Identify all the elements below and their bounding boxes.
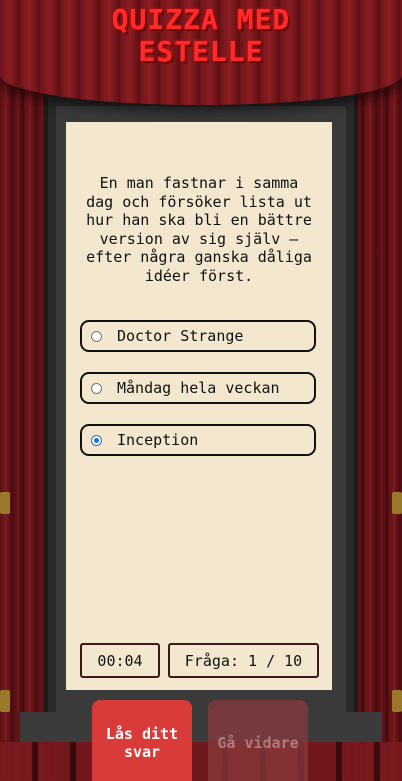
- tassel-icon: [392, 690, 402, 712]
- stage-floor: [20, 712, 382, 742]
- theater-seats: [0, 742, 402, 781]
- answer-option-3[interactable]: Inception: [80, 424, 316, 456]
- app-title-line1: QUIZZA MED: [111, 3, 291, 36]
- timer-display: 00:04: [80, 643, 160, 678]
- answer-option-label: Måndag hela veckan: [117, 379, 280, 397]
- radio-button-selected[interactable]: [91, 434, 102, 446]
- question-progress: Fråga: 1 / 10: [168, 643, 319, 678]
- tassel-icon: [0, 492, 10, 514]
- lock-answer-button[interactable]: Lås ditt svar: [92, 700, 192, 781]
- app-title: QUIZZA MED ESTELLE: [0, 4, 402, 68]
- theater-stage: QUIZZA MED ESTELLE En man fastnar i samm…: [0, 0, 402, 781]
- app-title-line2: ESTELLE: [138, 35, 264, 68]
- radio-button[interactable]: [91, 382, 102, 394]
- tassel-icon: [0, 690, 10, 712]
- answer-option-1[interactable]: Doctor Strange: [80, 320, 316, 352]
- answer-option-label: Inception: [117, 431, 199, 449]
- question-text: En man fastnar i samma dag och försöker …: [86, 174, 312, 285]
- answer-option-label: Doctor Strange: [117, 327, 244, 345]
- next-question-button[interactable]: Gå vidare: [208, 700, 308, 781]
- tassel-icon: [392, 492, 402, 514]
- radio-button[interactable]: [91, 330, 102, 342]
- answer-option-2[interactable]: Måndag hela veckan: [80, 372, 316, 404]
